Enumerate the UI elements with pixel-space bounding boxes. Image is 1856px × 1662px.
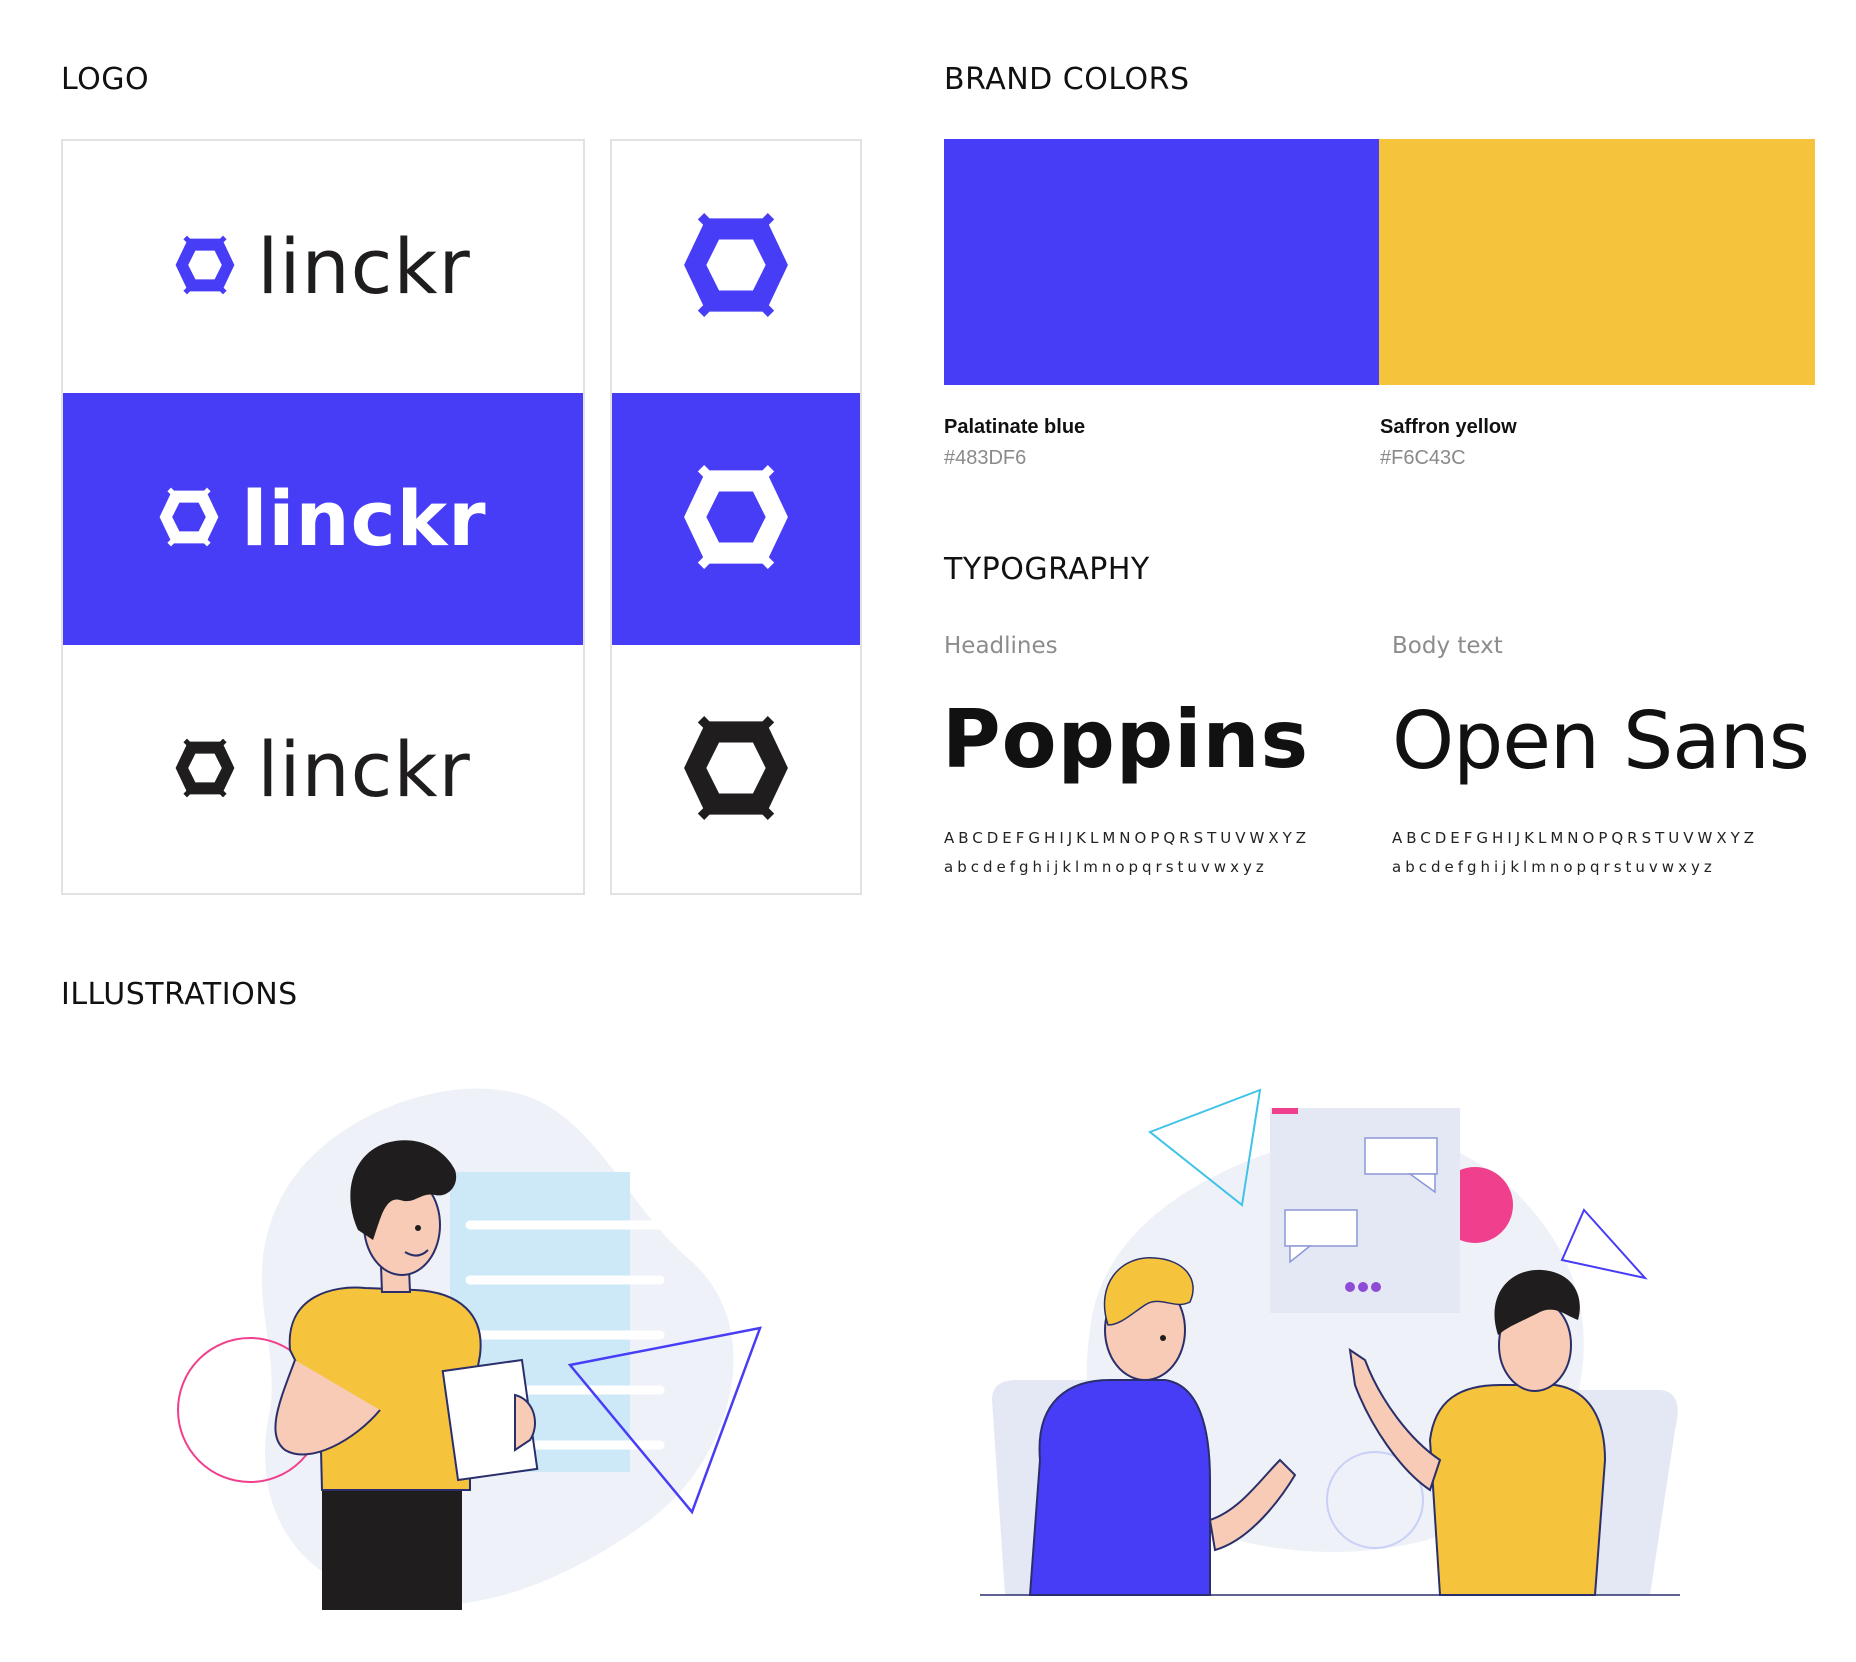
- purple-triangle-outline: [1560, 1208, 1648, 1280]
- typography-section-title: TYPOGRAPHY: [944, 552, 1150, 587]
- color-swatch-saffron-yellow: [1379, 139, 1815, 385]
- body-lowercase-alphabet: abcdefghijklmnopqrstuvwxyz: [1392, 858, 1716, 876]
- illustrations-section-title: ILLUSTRATIONS: [61, 977, 298, 1012]
- icon-row-inverse: [612, 393, 860, 645]
- person-holding-document-illustration: [177, 1088, 762, 1610]
- shirt-blue: [1028, 1379, 1211, 1596]
- eye: [1160, 1335, 1166, 1341]
- hexagon-logo-icon: [175, 738, 235, 803]
- two-people-chatting-illustration: [980, 1088, 1680, 1596]
- icon-row-color: [612, 141, 860, 393]
- logo-wordmark-card: linckr linckr linckr: [61, 139, 585, 895]
- hexagon-logo-icon: [683, 212, 789, 323]
- brand-colors-section-title: BRAND COLORS: [944, 62, 1190, 97]
- color-swatch-palatinate-blue: [944, 139, 1380, 385]
- typing-dots: [1345, 1282, 1381, 1292]
- chat-window-tab: [1272, 1108, 1298, 1114]
- color-hex-saffron-yellow: #F6C43C: [1380, 447, 1466, 469]
- headlines-label: Headlines: [944, 633, 1058, 659]
- eye: [415, 1225, 421, 1231]
- hexagon-logo-icon: [159, 487, 219, 552]
- color-hex-palatinate-blue: #483DF6: [944, 447, 1027, 469]
- logo-wordmark: linckr: [257, 725, 471, 814]
- hexagon-logo-icon: [175, 235, 235, 300]
- logo-row-inverse: linckr: [63, 393, 583, 645]
- hexagon-logo-icon: [683, 715, 789, 826]
- icon-row-dark: [612, 645, 860, 895]
- logo-row-dark: linckr: [63, 645, 583, 895]
- color-name-saffron-yellow: Saffron yellow: [1380, 416, 1517, 438]
- logo-wordmark: linckr: [257, 222, 471, 311]
- color-name-palatinate-blue: Palatinate blue: [944, 416, 1086, 438]
- headline-lowercase-alphabet: abcdefghijklmnopqrstuvwxyz: [944, 858, 1268, 876]
- hexagon-logo-icon: [683, 464, 789, 575]
- headline-font-sample: Poppins: [942, 693, 1310, 786]
- body-text-label: Body text: [1392, 633, 1503, 659]
- logo-wordmark: linckr: [241, 474, 487, 563]
- logo-row-color: linckr: [63, 141, 583, 393]
- body-font-sample: Open Sans: [1392, 695, 1810, 787]
- logo-icon-card: [610, 139, 862, 895]
- logo-section-title: LOGO: [61, 62, 150, 97]
- shirt-yellow: [1428, 1384, 1607, 1596]
- headline-uppercase-alphabet: ABCDEFGHIJKLMNOPQRSTUVWXYZ: [944, 829, 1311, 847]
- body-uppercase-alphabet: ABCDEFGHIJKLMNOPQRSTUVWXYZ: [1392, 829, 1759, 847]
- pants: [322, 1490, 462, 1610]
